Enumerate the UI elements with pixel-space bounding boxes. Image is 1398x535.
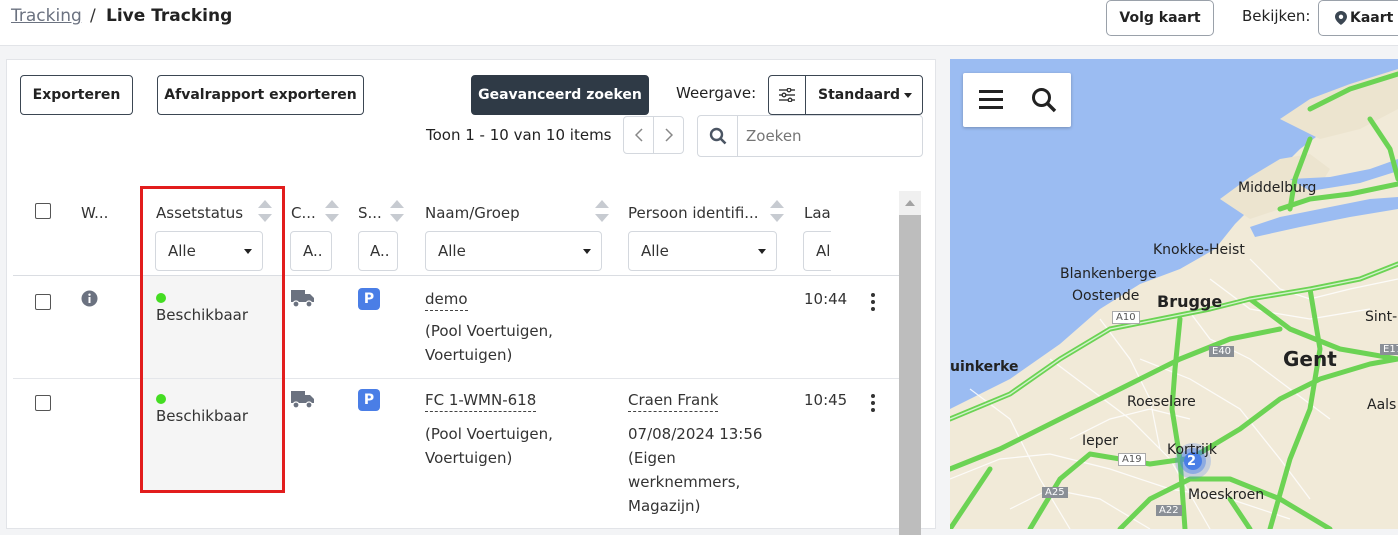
map-pin-icon bbox=[1335, 11, 1347, 25]
column-header-last[interactable]: Laa bbox=[804, 204, 831, 222]
column-header-c[interactable]: C... bbox=[291, 204, 316, 222]
person-detail-line: werknemmers, bbox=[628, 473, 741, 491]
search-button[interactable] bbox=[698, 116, 738, 156]
person-detail-line: Magazijn) bbox=[628, 497, 701, 515]
search-icon bbox=[709, 127, 726, 145]
road-label: A22 bbox=[1156, 505, 1182, 516]
search-input[interactable] bbox=[746, 125, 916, 147]
asset-name-link[interactable]: FC 1-WMN-618 bbox=[425, 388, 537, 412]
road-label: E17 bbox=[1380, 344, 1398, 355]
column-settings-button[interactable] bbox=[768, 75, 806, 115]
last-update-time: 10:45 bbox=[804, 391, 848, 409]
asset-group-line: (Pool Voertuigen, bbox=[425, 425, 553, 443]
sliders-icon bbox=[779, 88, 795, 102]
road-label: A25 bbox=[1042, 487, 1068, 498]
person-link[interactable]: Craen Frank bbox=[628, 388, 719, 412]
chevron-down-icon bbox=[583, 249, 591, 254]
advanced-search-button[interactable]: Geavanceerd zoeken bbox=[471, 75, 649, 115]
map-controls bbox=[963, 73, 1071, 127]
map-place-label: Oostende bbox=[1072, 288, 1140, 304]
view-label: Bekijken: bbox=[1242, 7, 1311, 25]
export-button[interactable]: Exporteren bbox=[20, 75, 133, 115]
truck-icon bbox=[291, 391, 314, 409]
column-header-w[interactable]: W... bbox=[81, 204, 108, 222]
vehicle-cluster-count[interactable]: 2 bbox=[1187, 454, 1196, 469]
follow-map-button[interactable]: Volg kaart bbox=[1106, 0, 1214, 36]
menu-icon[interactable] bbox=[979, 89, 1003, 109]
map-place-label: Ieper bbox=[1082, 433, 1118, 449]
breadcrumb-separator: / bbox=[90, 6, 96, 26]
map-place-label: uinkerke bbox=[950, 359, 1019, 375]
search-box[interactable] bbox=[697, 115, 923, 157]
map-search-icon[interactable] bbox=[1031, 87, 1057, 113]
map-place-label: Brugge bbox=[1157, 292, 1223, 311]
parking-badge: P bbox=[358, 288, 380, 310]
sort-icon[interactable] bbox=[389, 200, 405, 226]
chevron-down-icon bbox=[758, 249, 766, 254]
map-place-label: Aals bbox=[1367, 397, 1397, 413]
view-select-value: Kaart bbox=[1350, 10, 1394, 26]
asset-group-line: (Pool Voertuigen, bbox=[425, 322, 553, 340]
display-label: Weergave: bbox=[676, 84, 757, 102]
map-place-label: Moeskroen bbox=[1188, 487, 1265, 503]
next-page-button[interactable] bbox=[653, 116, 684, 154]
export-waste-report-button[interactable]: Afvalrapport exporteren bbox=[157, 75, 364, 115]
pagination-info: Toon 1 - 10 van 10 items bbox=[426, 126, 612, 144]
scroll-up-icon[interactable] bbox=[905, 200, 915, 206]
breadcrumb-tracking-link[interactable]: Tracking bbox=[11, 6, 82, 26]
map-place-label: Blankenberge bbox=[1060, 266, 1157, 282]
road-label: E40 bbox=[1209, 346, 1235, 357]
last-filter[interactable]: Al bbox=[803, 231, 831, 271]
prev-page-button[interactable] bbox=[623, 116, 654, 154]
map-place-label: Gent bbox=[1283, 347, 1337, 371]
truck-icon bbox=[291, 290, 314, 308]
row-checkbox[interactable] bbox=[35, 395, 51, 411]
asset-group-line: Voertuigen) bbox=[425, 346, 513, 364]
row-menu-icon[interactable] bbox=[871, 293, 875, 311]
display-select[interactable]: Standaard bbox=[805, 75, 923, 115]
map-place-label: Roeselare bbox=[1127, 394, 1196, 410]
column-header-name-group[interactable]: Naam/Groep bbox=[425, 204, 520, 222]
page-title: Live Tracking bbox=[106, 6, 233, 26]
person-date: 07/08/2024 13:56 bbox=[628, 425, 763, 443]
row-menu-icon[interactable] bbox=[871, 394, 875, 412]
row-checkbox[interactable] bbox=[35, 294, 51, 310]
map-view[interactable]: Middelburg Knokke-Heist Blankenberge Oos… bbox=[950, 59, 1398, 529]
vertical-scrollbar[interactable] bbox=[899, 191, 921, 535]
last-update-time: 10:44 bbox=[804, 290, 848, 308]
person-detail-line: (Eigen bbox=[628, 449, 676, 467]
map-place-label: Middelburg bbox=[1238, 180, 1317, 196]
top-bar: Tracking / Live Tracking Volg kaart Beki… bbox=[0, 0, 1398, 46]
chevron-down-icon bbox=[904, 93, 912, 98]
parking-badge: P bbox=[358, 389, 380, 411]
asset-status-highlight-box bbox=[140, 186, 285, 493]
road-label: A10 bbox=[1112, 311, 1140, 324]
sort-icon[interactable] bbox=[594, 200, 610, 226]
road-label: A19 bbox=[1118, 453, 1146, 466]
select-all-checkbox[interactable] bbox=[35, 203, 51, 219]
chevron-right-icon bbox=[664, 128, 673, 142]
sort-icon[interactable] bbox=[769, 200, 785, 226]
asset-group-line: Voertuigen) bbox=[425, 449, 513, 467]
map-place-label: Knokke-Heist bbox=[1153, 242, 1245, 258]
sort-icon[interactable] bbox=[324, 200, 340, 226]
info-icon[interactable] bbox=[81, 290, 98, 307]
view-select[interactable]: Kaart bbox=[1318, 0, 1398, 36]
scrollbar-thumb[interactable] bbox=[899, 215, 921, 535]
person-filter[interactable]: Alle bbox=[628, 231, 777, 271]
asset-name-link[interactable]: demo bbox=[425, 287, 468, 311]
c-filter[interactable]: A.. bbox=[290, 231, 332, 271]
name-group-filter[interactable]: Alle bbox=[425, 231, 602, 271]
column-header-person[interactable]: Persoon identifi... bbox=[628, 204, 759, 222]
map-place-label: Sint- bbox=[1365, 309, 1398, 325]
chevron-left-icon bbox=[634, 128, 643, 142]
display-select-value: Standaard bbox=[818, 87, 901, 103]
tracking-list-panel: Exporteren Afvalrapport exporteren Geava… bbox=[6, 59, 936, 535]
column-header-s[interactable]: S... bbox=[358, 204, 382, 222]
s-filter[interactable]: A.. bbox=[358, 231, 398, 271]
